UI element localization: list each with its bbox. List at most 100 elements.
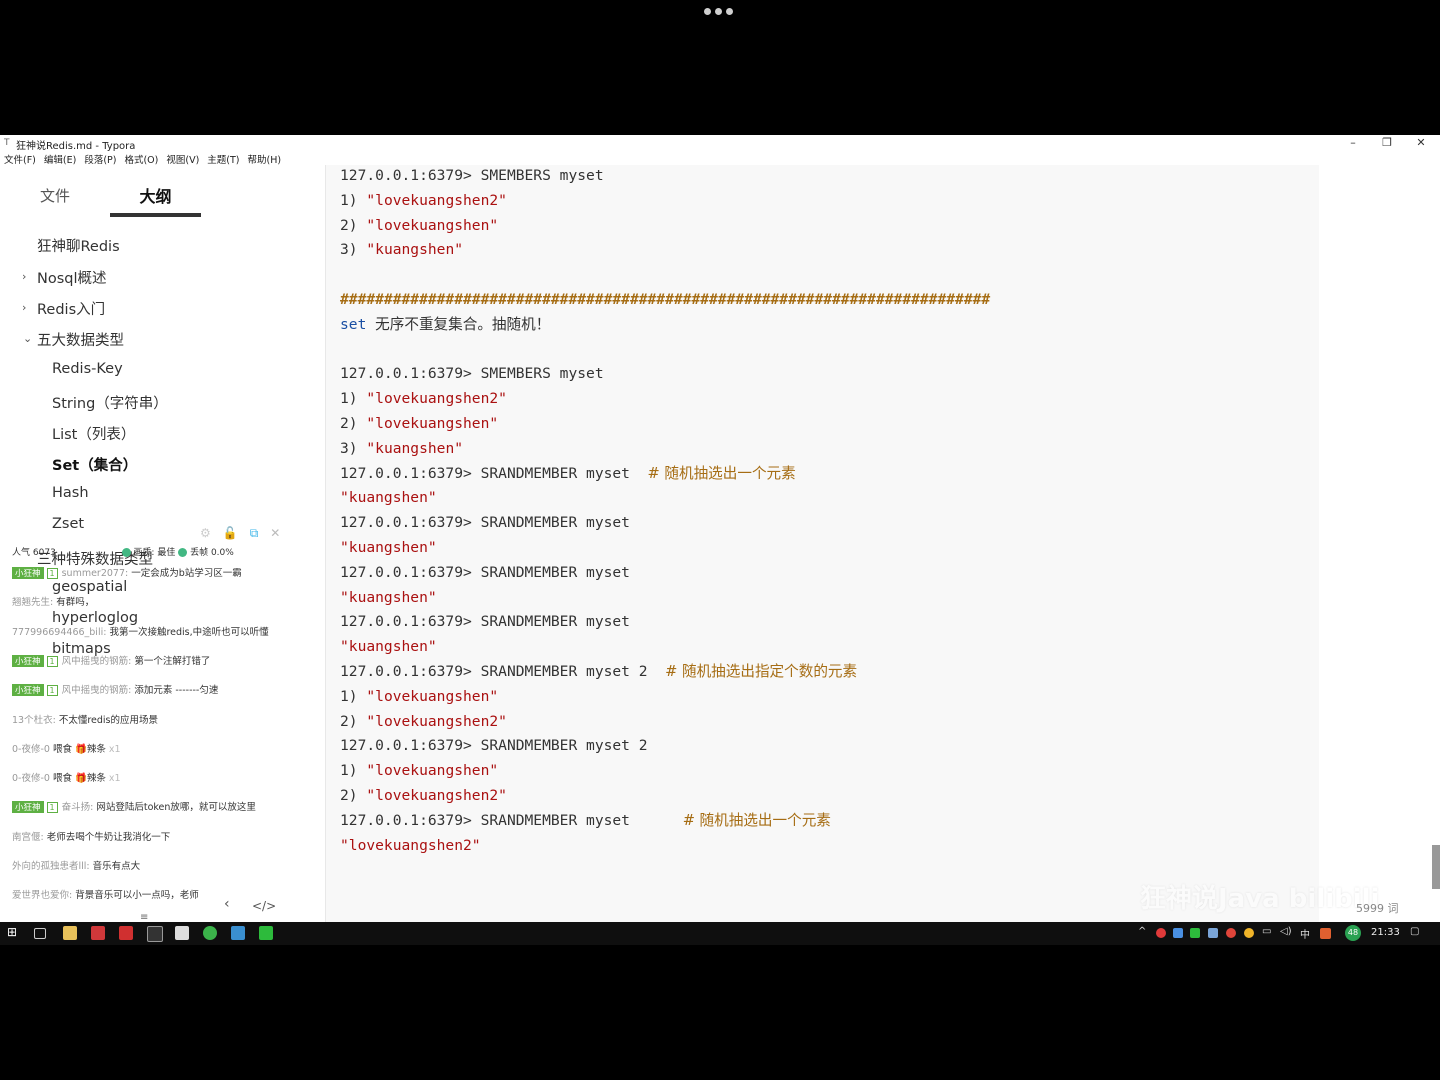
gift-name: 辣条 [86,773,106,785]
code-line[interactable]: ########################################… [340,289,990,311]
code-line[interactable]: 127.0.0.1:6379> SRANDMEMBER myset [340,562,630,584]
code-line[interactable]: 127.0.0.1:6379> SRANDMEMBER myset 2 [340,735,648,757]
code-line[interactable]: 127.0.0.1:6379> SRANDMEMBER myset # 随机抽选… [340,810,831,832]
app-red-icon[interactable] [91,926,105,940]
word-count[interactable]: 5999 词 [1356,900,1399,916]
tab-files[interactable]: 文件 [40,185,70,206]
app-bird-icon[interactable] [119,926,133,940]
tray-badge[interactable]: 48 [1345,925,1361,941]
code-line[interactable]: 127.0.0.1:6379> SRANDMEMBER myset 2 # 随机… [340,661,857,683]
outline-item-redis-intro[interactable]: Redis入门 [37,298,105,319]
sidebar-tabs: 文件 大纲 [0,169,211,219]
close-icon[interactable]: ✕ [1406,135,1436,150]
chat-message: 翘翘先生: 有群吗， [12,594,94,608]
code-line[interactable]: 1) "lovekuangshen" [340,686,498,708]
redis-prompt: 127.0.0.1:6379> [340,365,472,383]
outline-item-list[interactable]: List（列表） [52,423,135,444]
menu-paragraph[interactable]: 段落(P) [84,152,116,169]
wechat-icon[interactable] [259,926,273,940]
tray-expand-icon[interactable]: ^ [1138,926,1146,937]
chat-message: 0-夜修-0 喂食 🎁辣条 x1 [12,770,121,784]
minimize-icon[interactable]: – [1338,135,1368,150]
chat-text: 喂食 [52,773,72,785]
result-value: "kuangshen" [340,489,437,507]
code-line[interactable]: 127.0.0.1:6379> SMEMBERS myset [340,165,604,187]
code-line[interactable]: 1) "lovekuangshen2" [340,388,507,410]
chat-message: 小狂神 1 summer2077: 一定会成为b站学习区一霸 [12,565,242,579]
code-line[interactable]: "kuangshen" [340,537,437,559]
result-index: 3) [340,439,358,457]
tray-wechat-icon[interactable] [1190,928,1200,938]
chat-message: 小狂神 1 风中摇曳的钢筋: 第一个注解打错了 [12,653,210,667]
tray-yellow-icon[interactable] [1244,928,1254,938]
restore-icon[interactable]: ❐ [1372,135,1402,150]
chevron-right-icon[interactable]: › [22,270,26,283]
editor-scrollbar[interactable] [1432,845,1440,889]
app-blue-icon[interactable] [231,926,245,940]
outline-item-nosql[interactable]: Nosql概述 [37,267,107,288]
code-line[interactable]: 127.0.0.1:6379> SRANDMEMBER myset [340,512,630,534]
menu-file[interactable]: 文件(F) [4,152,36,169]
code-line[interactable]: "kuangshen" [340,587,437,609]
menu-view[interactable]: 视图(V) [166,152,199,169]
tray-record-icon[interactable] [1156,928,1166,938]
menu-help[interactable]: 帮助(H) [248,152,282,169]
tray-app-icon[interactable] [1173,928,1183,938]
network-icon[interactable]: ▭ [1262,926,1271,937]
clock[interactable]: 21:33 [1371,927,1400,938]
outline-item-string[interactable]: String（字符串） [52,392,168,413]
explorer-icon[interactable] [63,926,77,940]
code-line[interactable]: 1) "lovekuangshen2" [340,190,507,212]
outline-item-redis-key[interactable]: Redis-Key [52,361,123,377]
task-view-icon[interactable] [34,928,46,939]
chevron-left-icon[interactable]: ‹ [224,896,230,912]
tab-outline[interactable]: 大纲 [110,183,201,217]
code-line[interactable]: 127.0.0.1:6379> SRANDMEMBER myset # 随机抽选… [340,463,796,485]
result-value: "kuangshen" [366,241,464,259]
code-line[interactable]: 127.0.0.1:6379> SRANDMEMBER myset [340,611,630,633]
chat-message: 外向的孤独患者lll: 音乐有点大 [12,858,140,872]
separator-line: ########################################… [340,291,991,308]
code-line[interactable]: 2) "lovekuangshen2" [340,711,507,733]
chat-username: 0-夜修-0 [12,743,50,755]
volume-icon[interactable]: ◁) [1280,926,1292,937]
outline-item-five-types[interactable]: 五大数据类型 [37,329,124,350]
source-code-icon[interactable]: </> [252,899,276,913]
tray-monitor-icon[interactable] [1208,928,1218,938]
more-dots-icon[interactable] [704,8,736,18]
menu-edit[interactable]: 编辑(E) [44,152,76,169]
code-line[interactable]: 1) "lovekuangshen" [340,760,498,782]
code-line[interactable]: "kuangshen" [340,636,437,658]
code-line[interactable]: "lovekuangshen2" [340,835,481,857]
code-line[interactable]: 2) "lovekuangshen" [340,215,498,237]
gift-name: 辣条 [86,743,106,755]
typora-task-icon[interactable] [175,926,189,940]
code-line[interactable]: 2) "lovekuangshen2" [340,785,507,807]
chat-text: 第一个注解打错了 [134,655,211,667]
app-green-icon[interactable] [203,926,217,940]
outline-item-hash[interactable]: Hash [52,485,89,501]
chevron-right-icon[interactable]: › [22,301,26,314]
redis-prompt: 127.0.0.1:6379> [340,613,472,631]
code-line[interactable]: 2) "lovekuangshen" [340,413,498,435]
tray-orange-icon[interactable] [1320,928,1331,939]
code-line[interactable]: 3) "kuangshen" [340,239,463,261]
windows-start-icon[interactable]: ⊞ [7,925,21,939]
code-line[interactable]: "kuangshen" [340,487,437,509]
menu-format[interactable]: 格式(O) [124,152,158,169]
watermark: 狂神说Java bilibili [1140,884,1380,914]
code-line[interactable]: 127.0.0.1:6379> SMEMBERS myset [340,363,604,385]
outline-item-set[interactable]: Set（集合） [52,454,137,475]
chevron-down-icon[interactable]: ⌄ [23,332,32,345]
code-line[interactable]: 3) "kuangshen" [340,438,463,460]
terminal-icon[interactable] [147,926,163,942]
ime-indicator[interactable]: 中 [1300,926,1310,941]
result-value: "lovekuangshen" [366,216,499,234]
editor-pane[interactable]: 127.0.0.1:6379> SMEMBERS myset 1) "loveku… [325,165,1319,922]
tray-weibo-icon[interactable] [1226,928,1236,938]
notification-icon[interactable]: ▢ [1410,926,1419,937]
code-line[interactable]: set 无序不重复集合。抽随机！ [340,314,550,336]
outline-item-root[interactable]: 狂神聊Redis [37,235,120,256]
result-value: "kuangshen" [340,539,437,556]
menu-theme[interactable]: 主题(T) [207,152,239,169]
